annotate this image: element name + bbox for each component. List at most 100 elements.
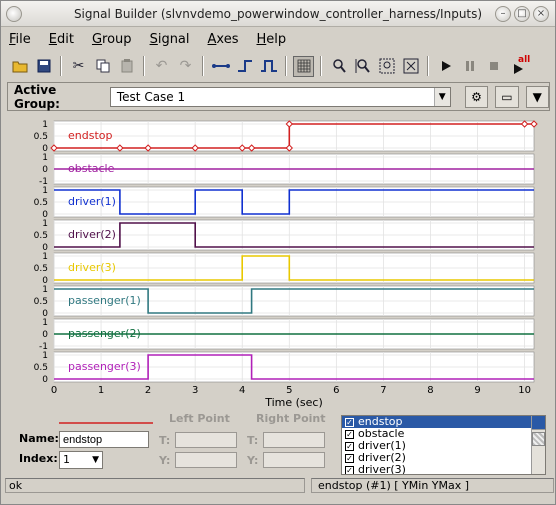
signal-builder-window: Signal Builder (slvnvdemo_powerwindow_co… bbox=[0, 0, 556, 505]
checkbox-icon[interactable]: ✓ bbox=[345, 429, 354, 439]
window-title: Signal Builder (slvnvdemo_powerwindow_co… bbox=[73, 7, 483, 21]
signal-list-scrollbar[interactable] bbox=[531, 416, 545, 474]
signal-label: passenger(3) bbox=[68, 360, 141, 373]
signal-label: passenger(1) bbox=[68, 294, 141, 307]
name-label: Name: bbox=[19, 432, 59, 445]
status-bar: ok endstop (#1) [ YMin YMax ] bbox=[1, 478, 555, 494]
save-icon[interactable] bbox=[33, 56, 54, 77]
copy-icon[interactable] bbox=[92, 56, 113, 77]
left-t-label: T: bbox=[159, 434, 171, 447]
paste-icon[interactable] bbox=[116, 56, 137, 77]
y-tick-label: 0 bbox=[42, 375, 48, 385]
signal-label: driver(1) bbox=[68, 195, 116, 208]
signal-list[interactable]: ✓ endstop ✓ obstacle ✓ driver(1) ✓ driver(2) ✓ dr… bbox=[341, 415, 546, 475]
left-point-label: Left Point bbox=[169, 412, 230, 425]
checkbox-icon[interactable]: ✓ bbox=[345, 441, 354, 451]
add-step-icon[interactable] bbox=[234, 56, 255, 77]
y-tick-label: 0.5 bbox=[34, 297, 48, 307]
fit-icon[interactable] bbox=[400, 56, 421, 77]
signal-label: driver(2) bbox=[68, 228, 116, 241]
right-point-y-input[interactable] bbox=[263, 452, 325, 468]
scroll-up-icon[interactable] bbox=[532, 416, 545, 430]
signal-axes[interactable]: 10.50endstop10-1obstacle10.50driver(1)10… bbox=[9, 114, 550, 414]
menu-axes[interactable]: Axes bbox=[208, 32, 239, 47]
scroll-thumb[interactable] bbox=[532, 432, 545, 446]
cut-icon[interactable]: ✂ bbox=[68, 56, 89, 77]
right-point-t-input[interactable] bbox=[263, 432, 325, 448]
y-tick-label: 1 bbox=[42, 252, 48, 262]
signal-plots: 1 0.5 0 endstop 1 0 -1 obstacle 1 0.5 0 driver(1) 1 0… bbox=[9, 114, 550, 414]
signal-index-select[interactable]: 1 ▼ bbox=[59, 451, 103, 469]
left-point-y-input[interactable] bbox=[175, 452, 237, 468]
zoom-x-icon[interactable] bbox=[328, 56, 349, 77]
active-group-select[interactable]: Test Case 1 ▼ bbox=[109, 86, 451, 107]
x-axis-label: Time (sec) bbox=[264, 396, 323, 409]
gear-icon: ⚙ bbox=[471, 89, 482, 104]
menu-group[interactable]: Group bbox=[92, 32, 132, 47]
grid-icon[interactable] bbox=[293, 55, 314, 77]
toolbar-separator bbox=[320, 56, 322, 76]
stop-icon[interactable] bbox=[483, 56, 504, 77]
open-icon[interactable] bbox=[9, 56, 30, 77]
x-tick-label: 10 bbox=[518, 385, 531, 396]
x-tick-label: 3 bbox=[192, 385, 198, 396]
zoom-box-icon[interactable] bbox=[376, 56, 397, 77]
x-tick-label: 6 bbox=[333, 385, 339, 396]
y-tick-label: 0.5 bbox=[34, 132, 48, 142]
right-point-label: Right Point bbox=[256, 412, 326, 425]
x-tick-label: 2 bbox=[145, 385, 151, 396]
right-t-label: T: bbox=[247, 434, 259, 447]
add-pulse-icon[interactable] bbox=[258, 56, 279, 77]
group-settings-button[interactable]: ⚙ bbox=[464, 85, 489, 108]
zoom-y-icon[interactable] bbox=[352, 56, 373, 77]
close-icon[interactable]: × bbox=[533, 6, 549, 22]
undo-icon[interactable]: ↶ bbox=[151, 56, 172, 77]
toolbar-separator bbox=[285, 56, 287, 76]
redo-icon[interactable]: ↷ bbox=[175, 56, 196, 77]
minimize-icon[interactable]: – bbox=[495, 6, 511, 22]
status-selection: endstop (#1) [ YMin YMax ] bbox=[311, 478, 554, 493]
toolbar-separator bbox=[427, 56, 429, 76]
menu-file[interactable]: File bbox=[9, 32, 31, 47]
menu-edit[interactable]: Edit bbox=[49, 32, 74, 47]
signal-editor-panel: Left Point Right Point Name: Index: 1▼ T… bbox=[1, 411, 556, 477]
toolbar-separator bbox=[60, 56, 62, 76]
checkbox-icon[interactable]: ✓ bbox=[345, 465, 354, 474]
menu-bar: File Edit Group Signal Axes Help bbox=[1, 28, 555, 50]
y-tick-label: 1 bbox=[42, 318, 48, 328]
index-label: Index: bbox=[19, 452, 58, 465]
y-tick-label: 0 bbox=[42, 165, 48, 175]
signal-label: driver(3) bbox=[68, 261, 116, 274]
x-tick-label: 0 bbox=[51, 385, 57, 396]
signal-label: endstop bbox=[68, 129, 112, 142]
signal-name-input[interactable] bbox=[59, 431, 149, 448]
toolbar: ✂ ↶ ↷ all bbox=[3, 53, 553, 79]
signal-list-label: driver(3) bbox=[358, 463, 406, 475]
run-all-icon[interactable]: all bbox=[507, 54, 531, 77]
checkbox-icon[interactable]: ✓ bbox=[345, 453, 354, 463]
y-tick-label: 0.5 bbox=[34, 363, 48, 373]
window-menu-icon[interactable] bbox=[6, 6, 22, 22]
left-point-t-input[interactable] bbox=[175, 432, 237, 448]
menu-help[interactable]: Help bbox=[257, 32, 287, 47]
y-tick-label: 1 bbox=[42, 120, 48, 130]
chevron-down-icon: ▼ bbox=[532, 89, 542, 104]
x-tick-label: 9 bbox=[474, 385, 480, 396]
pause-icon[interactable] bbox=[459, 56, 480, 77]
menu-signal[interactable]: Signal bbox=[150, 32, 190, 47]
group-view-button[interactable]: ▭ bbox=[495, 85, 519, 108]
active-group-bar: Active Group: Test Case 1 ▼ ⚙ ▭ ▼ bbox=[7, 82, 550, 111]
window-icon: ▭ bbox=[501, 89, 513, 104]
y-tick-label: 1 bbox=[42, 153, 48, 163]
add-line-icon[interactable] bbox=[210, 56, 231, 77]
group-menu-button[interactable]: ▼ bbox=[525, 85, 549, 108]
maximize-icon[interactable]: □ bbox=[514, 6, 530, 22]
title-bar: Signal Builder (slvnvdemo_powerwindow_co… bbox=[1, 1, 555, 27]
checkbox-icon[interactable]: ✓ bbox=[345, 417, 354, 427]
right-y-label: Y: bbox=[247, 454, 259, 467]
y-tick-label: 0.5 bbox=[34, 231, 48, 241]
signal-list-item[interactable]: ✓ driver(3) bbox=[342, 463, 545, 475]
play-icon[interactable] bbox=[435, 56, 456, 77]
run-all-label: all bbox=[518, 54, 531, 65]
toolbar-separator bbox=[143, 56, 145, 76]
